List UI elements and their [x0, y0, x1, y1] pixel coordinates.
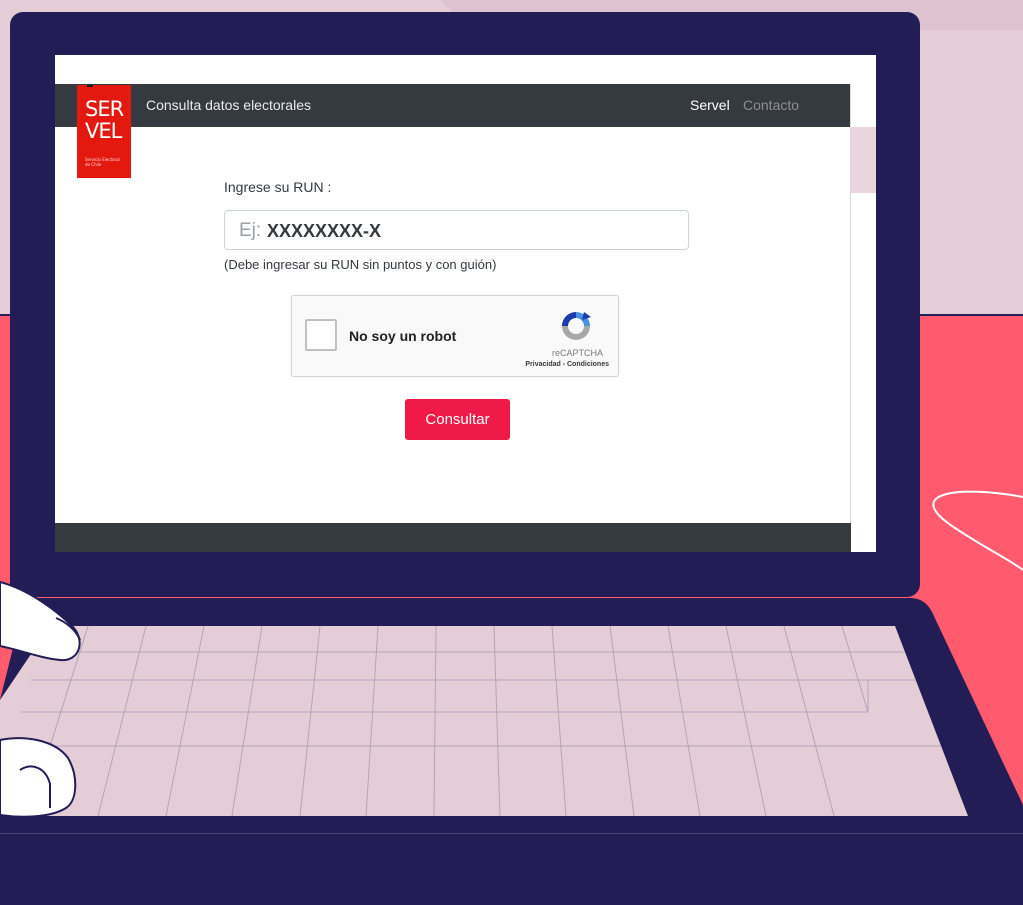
- recaptcha-brand: reCAPTCHA: [551, 348, 603, 358]
- nav-link-servel[interactable]: Servel: [690, 84, 730, 127]
- nav-link-contacto[interactable]: Contacto: [743, 84, 799, 127]
- browser-screen: Consulta datos electorales Servel Contac…: [55, 55, 876, 552]
- scrollbar-thumb[interactable]: [851, 127, 876, 193]
- servel-logo[interactable]: SER VEL Servicio Electoral de Chile: [77, 85, 131, 178]
- run-input[interactable]: Ej: XXXXXXXX-X: [224, 210, 689, 250]
- run-placeholder-prefix: Ej:: [239, 220, 262, 241]
- logo-text-vel: VEL: [85, 119, 122, 143]
- desk: [0, 833, 1023, 905]
- consultar-button[interactable]: Consultar: [405, 399, 510, 440]
- recaptcha-icon: [562, 312, 591, 340]
- run-label: Ingrese su RUN :: [224, 179, 332, 195]
- recaptcha-checkbox[interactable]: [305, 319, 337, 351]
- footer-bar: [55, 523, 851, 552]
- navbar-brand[interactable]: Consulta datos electorales: [146, 84, 311, 127]
- run-placeholder-example: XXXXXXXX-X: [267, 221, 382, 241]
- keyboard: [0, 626, 968, 816]
- recaptcha-links[interactable]: Privacidad - Condiciones: [492, 361, 609, 368]
- logo-subtitle: Servicio Electoral de Chile: [85, 157, 120, 167]
- recaptcha-widget: No soy un robot reCAPTCHA Privacidad - C…: [291, 295, 619, 377]
- recaptcha-label: No soy un robot: [349, 328, 457, 344]
- logo-text-ser: SER: [85, 97, 124, 121]
- navbar: Consulta datos electorales Servel Contac…: [55, 84, 851, 127]
- run-hint: (Debe ingresar su RUN sin puntos y con g…: [224, 257, 497, 272]
